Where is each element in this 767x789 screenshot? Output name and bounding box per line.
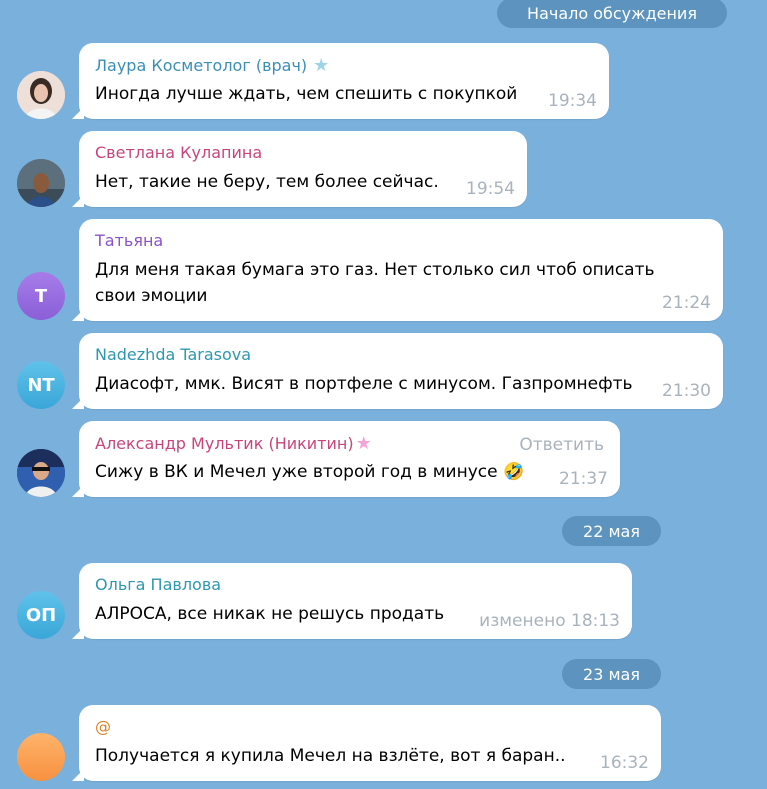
rofl-emoji-icon: 🤣 [503, 462, 525, 482]
avatar-alexander[interactable] [17, 449, 65, 497]
star-icon: ★ [355, 433, 372, 454]
message-bubble[interactable]: Ольга Павлова АЛРОСА, все никак не решус… [72, 563, 632, 639]
reply-button[interactable]: Ответить [519, 435, 604, 455]
message-time: 21:24 [662, 293, 711, 313]
avatar-anonymous[interactable] [17, 733, 65, 781]
author-name: Александр Мультик (Никитин) [95, 434, 354, 453]
star-icon: ★ [313, 55, 330, 76]
date-pill[interactable]: 23 мая [562, 659, 661, 689]
discussion-start-pill[interactable]: Начало обсуждения [497, 0, 727, 28]
avatar-olga[interactable]: ОП [17, 591, 65, 639]
discussion-start-label: Начало обсуждения [527, 3, 697, 23]
message-author[interactable]: Татьяна [95, 231, 163, 250]
message-bubble[interactable]: @ Получается я купила Мечел на взлёте, в… [72, 705, 661, 781]
avatar-initials: ОП [25, 604, 57, 626]
date-pill[interactable]: 22 мая [562, 516, 661, 546]
avatar-photo-icon [17, 71, 65, 119]
avatar-photo-icon [17, 159, 65, 207]
bubble-tail [72, 627, 84, 639]
message-author[interactable]: Александр Мультик (Никитин) ★ [95, 433, 372, 454]
message-time: 19:34 [548, 91, 597, 111]
message-text: АЛРОСА, все никак не решусь продать [95, 604, 445, 624]
avatar-initials: Т [34, 285, 48, 307]
message-text: Сижу в ВК и Мечел уже второй год в минус… [95, 459, 524, 485]
message-time: 21:30 [662, 381, 711, 401]
message-bubble[interactable]: Татьяна Для меня такая бумага это газ. Н… [72, 219, 723, 321]
date-label: 22 мая [583, 521, 640, 541]
message-bubble[interactable]: Лаура Косметолог (врач) ★ Иногда лучше жд… [72, 43, 609, 119]
message-time: изменено 18:13 [479, 611, 620, 631]
avatar-initials: NT [27, 374, 55, 396]
message-bubble[interactable]: Светлана Кулапина Нет, такие не беру, те… [72, 131, 527, 207]
message-text: Нет, такие не беру, тем более сейчас. [95, 172, 439, 192]
message-author[interactable]: @ [95, 717, 111, 736]
bubble-tail [72, 397, 84, 409]
bubble-tail [72, 195, 84, 207]
bubble-tail [72, 485, 84, 497]
message-text: Диасофт, ммк. Висят в портфеле с минусом… [95, 374, 633, 394]
message-text-line-1: Для меня такая бумага это газ. Нет столь… [95, 260, 655, 280]
bubble-tail [72, 769, 84, 781]
message-time: 16:32 [600, 753, 649, 773]
message-bubble[interactable]: Nadezhda Tarasova Диасофт, ммк. Висят в … [72, 333, 723, 409]
avatar-svetlana[interactable] [17, 159, 65, 207]
message-time: 19:54 [466, 179, 515, 199]
message-text-line-2: свои эмоции [95, 286, 208, 306]
message-author[interactable]: Nadezhda Tarasova [95, 345, 251, 364]
date-label: 23 мая [583, 664, 640, 684]
message-text: Получается я купила Мечел на взлёте, вот… [95, 746, 566, 766]
message-author[interactable]: Светлана Кулапина [95, 143, 262, 162]
avatar-photo-icon [17, 449, 65, 497]
avatar-nadezhda[interactable]: NT [17, 361, 65, 409]
bubble-tail [72, 309, 84, 321]
avatar-laura[interactable] [17, 71, 65, 119]
message-text: Иногда лучше ждать, чем спешить с покупк… [95, 84, 518, 104]
avatar-tatyana[interactable]: Т [17, 272, 65, 320]
message-author[interactable]: Лаура Косметолог (врач) ★ [95, 55, 329, 76]
author-name: Лаура Косметолог (врач) [95, 56, 308, 75]
message-bubble[interactable]: Александр Мультик (Никитин) ★ Ответить Си… [72, 421, 620, 497]
message-author[interactable]: Ольга Павлова [95, 575, 221, 594]
message-time: 21:37 [559, 469, 608, 489]
message-text-content: Сижу в ВК и Мечел уже второй год в минус… [95, 462, 498, 482]
bubble-tail [72, 107, 84, 119]
